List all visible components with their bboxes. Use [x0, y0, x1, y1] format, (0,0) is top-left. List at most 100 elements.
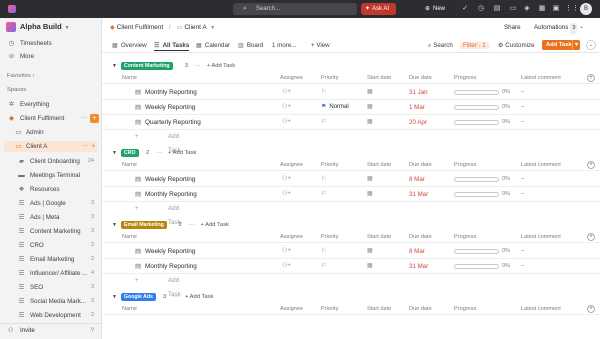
priority-cell[interactable]: ⚐: [321, 85, 326, 100]
task-name[interactable]: Monthly Reporting: [145, 259, 197, 274]
column-header-name[interactable]: Name: [122, 73, 137, 84]
apps-grid-icon[interactable]: ⋮⋮: [565, 4, 579, 14]
add-task-row[interactable]: + Add Task: [102, 130, 600, 154]
sidebar-item-client-a[interactable]: ▭ Client A ··· +: [4, 141, 98, 152]
task-row[interactable]: ▤ Weekly Reporting ⚇+ ⚐ ▦ 8 Mar 0% –: [102, 172, 600, 187]
column-header-progress[interactable]: Progress: [454, 73, 476, 84]
more-options-icon[interactable]: ···: [173, 292, 179, 302]
sidebar-list-content-marketing[interactable]: ☰ Content Marketing 3: [0, 226, 101, 237]
task-row[interactable]: ▤ Monthly Reporting ⚇+ ⚐ ▦ 31 Mar 0% –: [102, 187, 600, 202]
calendar-icon[interactable]: ▦: [367, 100, 373, 115]
collapse-icon[interactable]: ⌄: [586, 40, 596, 50]
add-task-button[interactable]: Add Task ▾: [542, 40, 580, 50]
assignee-icon[interactable]: ⚇+: [282, 85, 291, 100]
chevron-down-icon[interactable]: ▼: [112, 148, 117, 158]
chevron-down-icon[interactable]: ▾: [572, 40, 580, 50]
workspace-switcher[interactable]: Alpha Build ▼: [6, 22, 70, 32]
assignee-icon[interactable]: ⚇+: [282, 187, 291, 202]
sidebar-list-meetings-terminal[interactable]: ▬ Meetings Terminal: [0, 170, 101, 181]
group-status-pill[interactable]: Email Marketing: [121, 221, 167, 229]
column-header-priority[interactable]: Priority: [321, 232, 338, 243]
column-header-latest-comment[interactable]: Latest comment: [521, 73, 561, 84]
column-header-name[interactable]: Name: [122, 160, 137, 171]
column-header-due-date[interactable]: Due date: [409, 304, 432, 315]
column-header-priority[interactable]: Priority: [321, 304, 338, 315]
calendar-icon[interactable]: ▦: [367, 259, 373, 274]
due-date[interactable]: 8 Mar: [409, 172, 425, 187]
docs-icon[interactable]: ▤: [492, 4, 502, 14]
assignee-icon[interactable]: ⚇+: [282, 100, 291, 115]
column-header-start-date[interactable]: Start date: [367, 304, 391, 315]
column-header-assignee[interactable]: Assignee: [280, 304, 303, 315]
column-header-assignee[interactable]: Assignee: [280, 232, 303, 243]
priority-cell[interactable]: ⚑ Normal: [321, 100, 349, 115]
tab-calendar[interactable]: ▦ Calendar: [196, 40, 230, 51]
automations-button[interactable]: Automations 3: [534, 22, 578, 34]
tab-more[interactable]: 1 more...: [272, 40, 296, 51]
sidebar-list-seo[interactable]: ☰ SEO 3: [0, 282, 101, 293]
assignee-icon[interactable]: ⚇+: [282, 172, 291, 187]
priority-cell[interactable]: ⚐: [321, 244, 326, 259]
column-header-name[interactable]: Name: [122, 232, 137, 243]
priority-cell[interactable]: ⚐: [321, 187, 326, 202]
task-row[interactable]: ▤ Weekly Reporting ⚇+ ⚑ Normal ▦ 1 Mar 0% –: [102, 100, 600, 115]
calendar-icon[interactable]: ▦: [537, 4, 547, 14]
favorites-section-header[interactable]: Favorites ›: [7, 72, 34, 81]
group-status-pill[interactable]: Content Marketing: [121, 62, 173, 70]
assignee-icon[interactable]: ⚇+: [282, 115, 291, 130]
add-icon[interactable]: +: [91, 141, 95, 152]
group-add-task-button[interactable]: + Add Task: [207, 61, 235, 71]
column-header-priority[interactable]: Priority: [321, 160, 338, 171]
group-add-task-button[interactable]: + Add Task: [185, 292, 213, 302]
tab-all-tasks[interactable]: ☰ All Tasks: [154, 40, 190, 51]
column-header-latest-comment[interactable]: Latest comment: [521, 232, 561, 243]
add-view-button[interactable]: + View: [311, 40, 330, 51]
column-header-due-date[interactable]: Due date: [409, 73, 432, 84]
task-row[interactable]: ▤ Quarterly Reporting ⚇+ ⚐ ▦ 20 Apr 0% –: [102, 115, 600, 130]
chevron-down-icon[interactable]: ▼: [210, 25, 215, 31]
more-options-icon[interactable]: ···: [189, 220, 195, 230]
add-column-icon[interactable]: +: [587, 161, 595, 169]
chevron-down-icon[interactable]: ▼: [112, 292, 117, 302]
task-name[interactable]: Monthly Reporting: [145, 187, 197, 202]
task-name[interactable]: Weekly Reporting: [145, 172, 195, 187]
breadcrumb-client-fulfilment[interactable]: Client Fulfilment: [117, 24, 164, 31]
check-circle-icon[interactable]: ✓: [460, 4, 470, 14]
sidebar-list-resources[interactable]: ❖ Resources: [0, 184, 101, 195]
group-status-pill[interactable]: Google Ads: [121, 293, 156, 301]
sidebar-list-email-marketing[interactable]: ☰ Email Marketing 2: [0, 254, 101, 265]
search-button[interactable]: ⌕ Search: [428, 40, 453, 51]
help-icon[interactable]: ?: [91, 324, 94, 338]
ask-ai-button[interactable]: ✦ Ask AI: [361, 3, 396, 15]
column-header-progress[interactable]: Progress: [454, 232, 476, 243]
task-name[interactable]: Quarterly Reporting: [145, 115, 201, 130]
calendar-icon[interactable]: ▦: [367, 244, 373, 259]
due-date[interactable]: 20 Apr: [409, 115, 427, 130]
column-header-assignee[interactable]: Assignee: [280, 160, 303, 171]
column-header-start-date[interactable]: Start date: [367, 73, 391, 84]
due-date[interactable]: 31 Mar: [409, 187, 428, 202]
column-header-assignee[interactable]: Assignee: [280, 73, 303, 84]
filter-button[interactable]: Filter · 1: [460, 40, 489, 51]
inbox-icon[interactable]: ▣: [551, 4, 561, 14]
more-options-icon[interactable]: ···: [82, 141, 88, 152]
user-avatar[interactable]: B: [580, 3, 592, 15]
column-header-start-date[interactable]: Start date: [367, 160, 391, 171]
task-name[interactable]: Weekly Reporting: [145, 244, 195, 259]
sidebar-item-admin[interactable]: ▭ Admin: [0, 127, 101, 138]
assignee-icon[interactable]: ⚇+: [282, 244, 291, 259]
column-header-progress[interactable]: Progress: [454, 304, 476, 315]
add-column-icon[interactable]: +: [587, 305, 595, 313]
sidebar-list-influencer-affiliate[interactable]: ☰ Influencer/ Affiliate ... 4: [0, 268, 101, 279]
column-header-latest-comment[interactable]: Latest comment: [521, 304, 561, 315]
sidebar-list-ads-meta[interactable]: ☰ Ads | Meta 3: [0, 212, 101, 223]
new-button[interactable]: ⊕ New: [424, 3, 449, 15]
calendar-icon[interactable]: ▦: [367, 187, 373, 202]
add-column-icon[interactable]: +: [587, 233, 595, 241]
spaces-section-header[interactable]: Spaces: [7, 86, 26, 95]
video-icon[interactable]: ▭: [508, 4, 518, 14]
global-search-input[interactable]: ⌕ Search...: [233, 3, 357, 15]
breadcrumb-client-a[interactable]: Client A: [184, 24, 206, 31]
calendar-icon[interactable]: ▦: [367, 115, 373, 130]
more-options-icon[interactable]: ···: [81, 113, 87, 124]
